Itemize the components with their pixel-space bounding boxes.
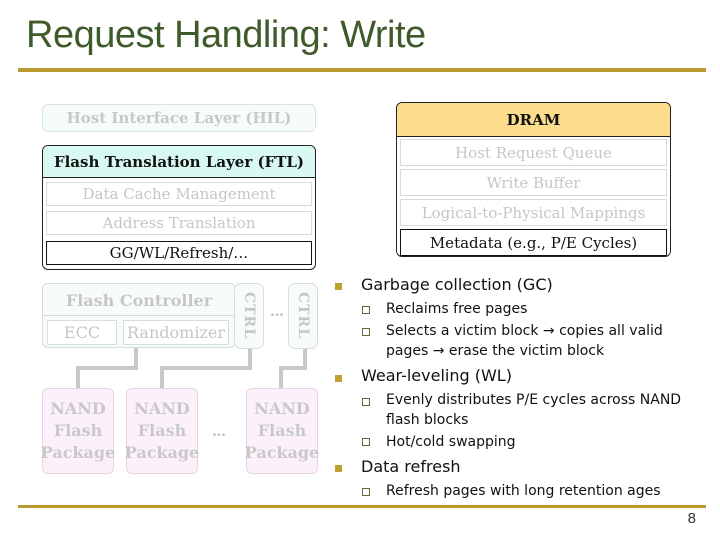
dram-host-request-queue: Host Request Queue <box>400 139 667 166</box>
sub-bullet-icon <box>362 488 370 496</box>
wire-fc-down <box>76 366 80 388</box>
wire-ctrl1-horizontal <box>160 366 252 370</box>
randomizer-box: Randomizer <box>123 320 229 345</box>
dram-l2p-mappings: Logical-to-Physical Mappings <box>400 199 667 226</box>
nand-line: Flash <box>137 421 187 440</box>
footer-divider <box>18 505 706 508</box>
dram-metadata: Metadata (e.g., P/E Cycles) <box>400 229 667 256</box>
bullet-square-icon <box>335 465 342 472</box>
page-number: 8 <box>687 510 696 527</box>
nand-flash-package-3: NAND Flash Package <box>244 388 320 474</box>
wire-fc-vertical <box>134 348 138 368</box>
wire-fc-horizontal <box>76 366 138 370</box>
nand-line: NAND <box>134 399 190 418</box>
nand-flash-package-1: NAND Flash Package <box>40 388 116 474</box>
ctrl-label: CTRL <box>241 292 257 340</box>
ftl-header: Flash Translation Layer (FTL) <box>43 146 315 178</box>
sub-bullet-icon <box>362 398 370 406</box>
title-divider <box>18 68 706 72</box>
sub-bullet-gc-2: Selects a victim block → copies all vali… <box>386 323 663 359</box>
wire-ctrl2-horizontal <box>279 366 307 370</box>
nand-line: Flash <box>53 421 103 440</box>
ftl-box: Flash Translation Layer (FTL) Data Cache… <box>42 145 316 270</box>
ctrl-box-1: CTRL <box>234 283 264 349</box>
hil-box: Host Interface Layer (HIL) <box>42 104 316 132</box>
nand-line: Package <box>40 443 116 462</box>
dram-write-buffer: Write Buffer <box>400 169 667 196</box>
nand-line: Flash <box>257 421 307 440</box>
bullet-gc: Garbage collection (GC) <box>361 275 553 294</box>
flash-controller-title: Flash Controller <box>43 286 235 316</box>
nand-line: NAND <box>50 399 106 418</box>
ctrl-label: CTRL <box>295 292 311 340</box>
ftl-address-translation: Address Translation <box>46 211 312 235</box>
slide-title: Request Handling: Write <box>26 14 426 56</box>
sub-bullet-refresh-1: Refresh pages with long retention ages <box>386 483 661 499</box>
bullet-square-icon <box>335 375 342 382</box>
sub-bullet-icon <box>362 328 370 336</box>
ecc-box: ECC <box>47 320 117 345</box>
nand-line: NAND <box>254 399 310 418</box>
ctrl-ellipsis: … <box>270 304 284 320</box>
wire-ctrl1-down <box>160 366 164 388</box>
dram-header: DRAM <box>397 103 670 137</box>
nand-line: Package <box>244 443 320 462</box>
bullet-refresh: Data refresh <box>361 457 461 476</box>
sub-bullet-wl-1: Evenly distributes P/E cycles across NAN… <box>386 392 682 428</box>
sub-bullet-icon <box>362 306 370 314</box>
ctrl-box-2: CTRL <box>288 283 318 349</box>
sub-bullet-icon <box>362 438 370 446</box>
bullet-wl: Wear-leveling (WL) <box>361 366 512 385</box>
dram-box: DRAM Host Request Queue Write Buffer Log… <box>396 102 671 257</box>
sub-bullet-wl-2: Hot/cold swapping <box>386 434 516 450</box>
bullet-square-icon <box>335 283 342 290</box>
sub-bullet-gc-1: Reclaims free pages <box>386 301 528 317</box>
ftl-gc-wl-refresh: GG/WL/Refresh/… <box>46 241 312 265</box>
nand-line: Package <box>124 443 200 462</box>
nand-flash-package-2: NAND Flash Package <box>124 388 200 474</box>
flash-controller-box: Flash Controller ECC Randomizer <box>42 283 236 348</box>
wire-ctrl2-down <box>279 366 283 388</box>
nand-ellipsis: … <box>212 424 226 440</box>
ftl-data-cache-management: Data Cache Management <box>46 182 312 206</box>
